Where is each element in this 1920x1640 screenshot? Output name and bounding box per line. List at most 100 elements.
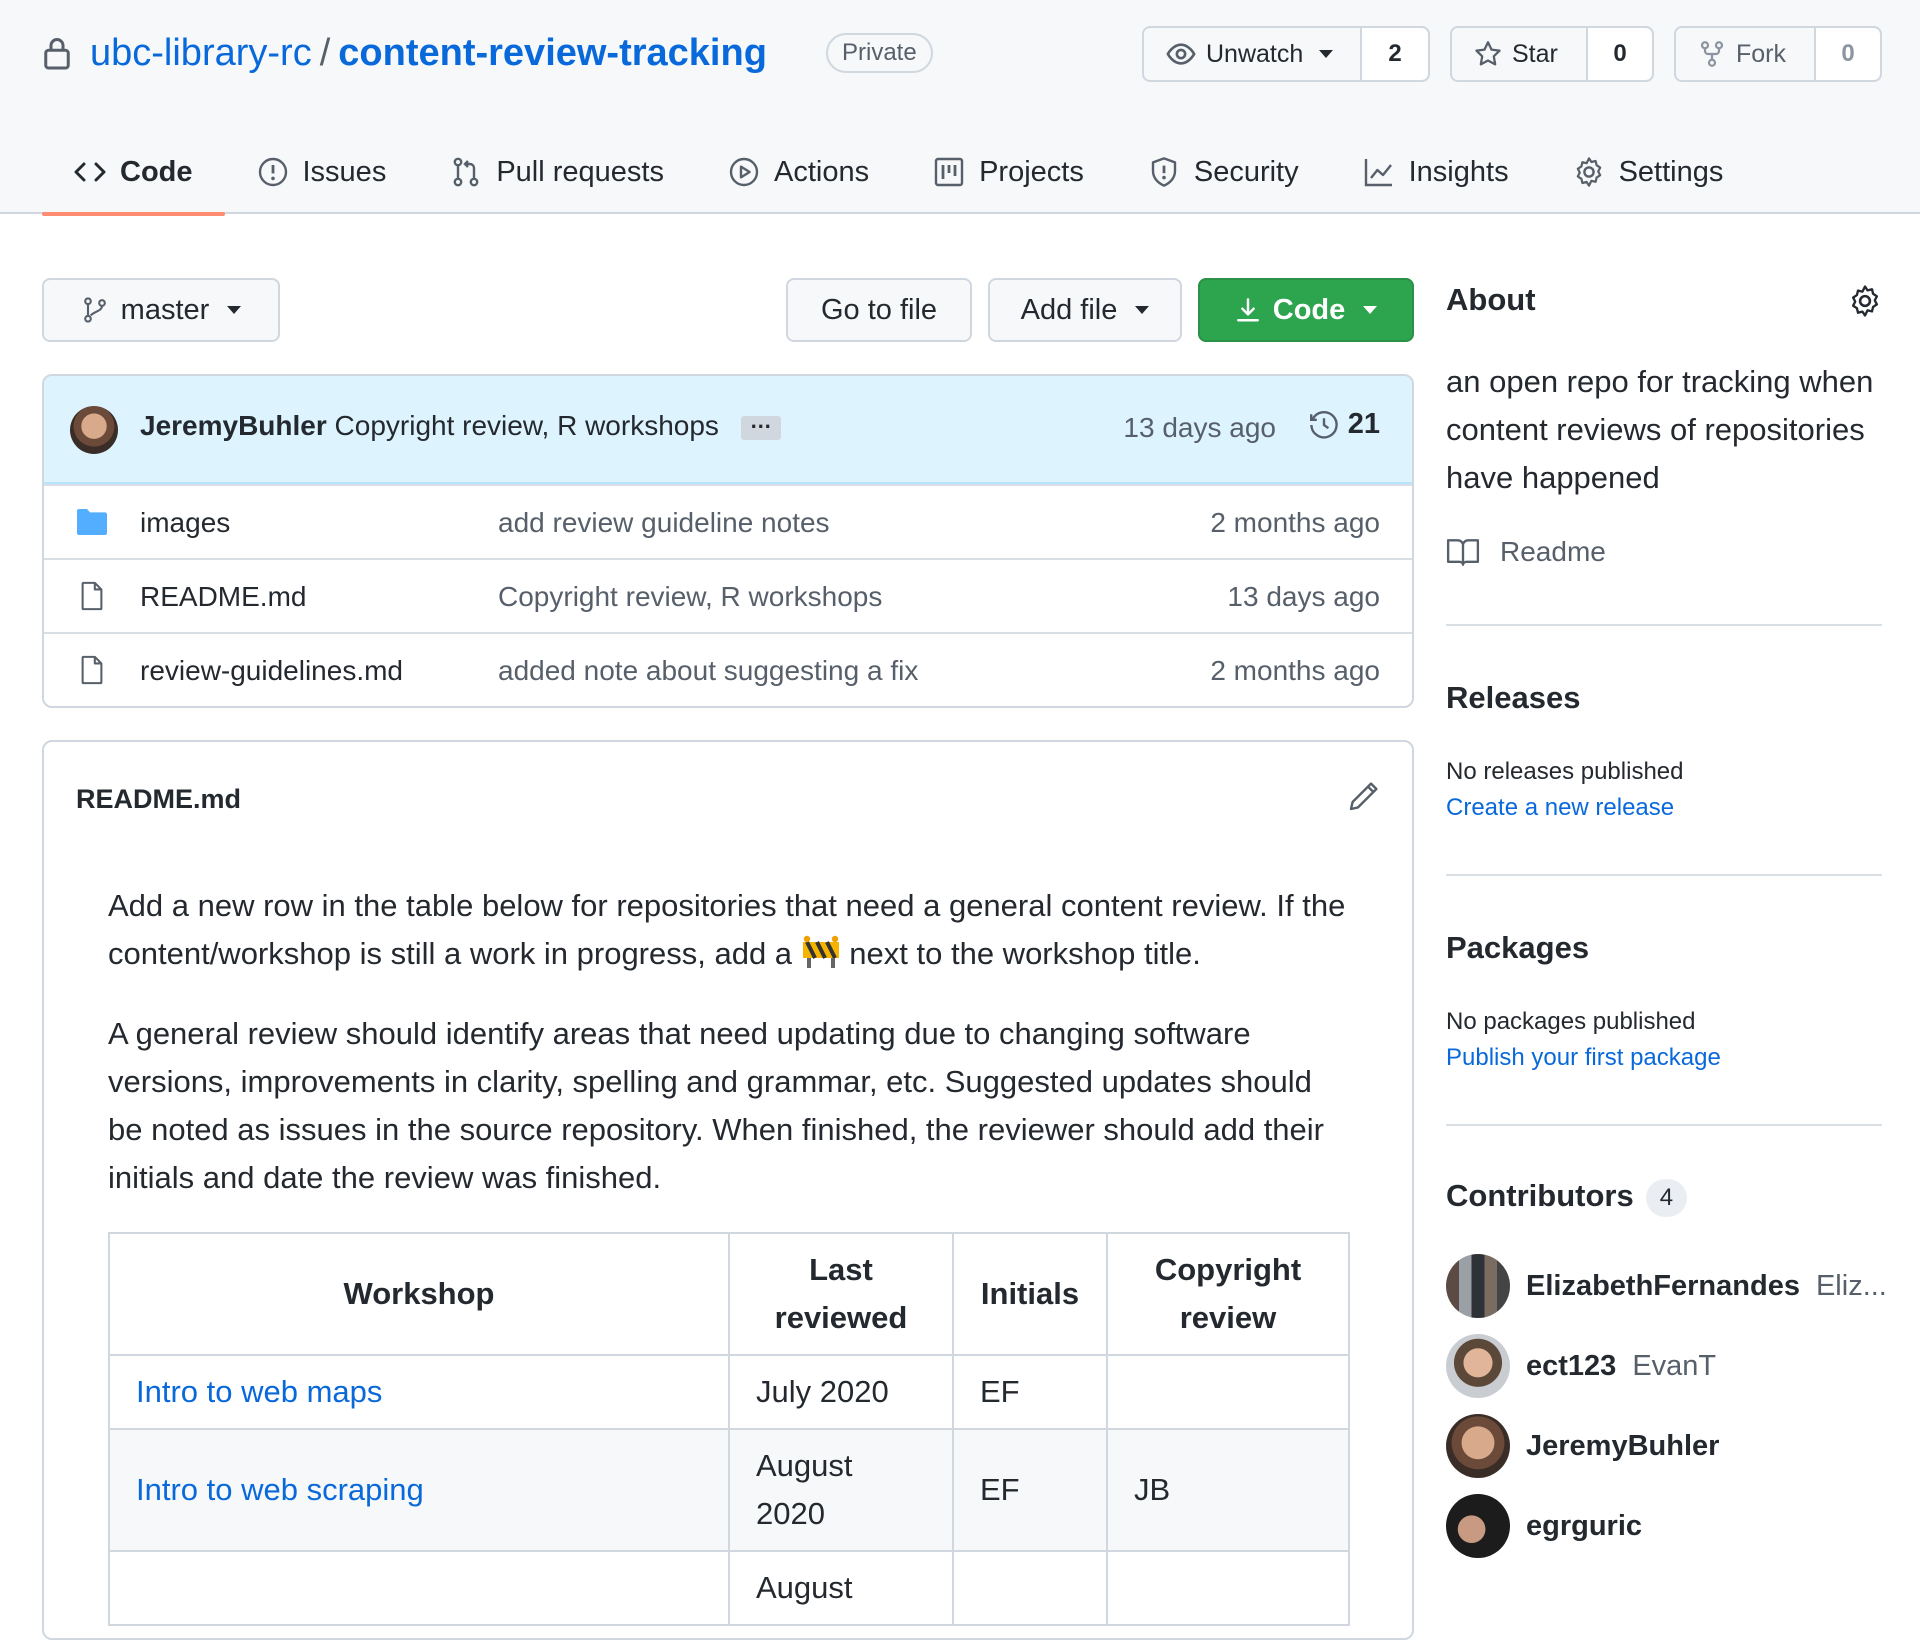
- readme-panel: README.md Add a new row in the table bel…: [42, 740, 1414, 1640]
- expand-commit-message-button[interactable]: …: [740, 409, 781, 440]
- tab-actions-label: Actions: [773, 155, 870, 188]
- repo-header: ubc-library-rc / content-review-tracking P…: [0, 0, 1920, 216]
- commit-author-link[interactable]: JeremyBuhler: [140, 410, 327, 441]
- go-to-file-button[interactable]: Go to file: [786, 278, 972, 342]
- chevron-down-icon: [1135, 306, 1150, 314]
- file-name-link[interactable]: README.md: [140, 581, 306, 613]
- unwatch-label: Unwatch: [1206, 39, 1304, 68]
- create-release-link[interactable]: Create a new release: [1446, 794, 1674, 822]
- lock-icon: [44, 38, 70, 70]
- about-section: About: [1446, 282, 1882, 318]
- fork-button-group: Fork 0: [1674, 26, 1882, 82]
- readme-link[interactable]: Readme: [1446, 536, 1606, 568]
- fork-label: Fork: [1736, 39, 1786, 68]
- fork-icon: [1700, 41, 1724, 67]
- table-cell: July 2020: [728, 1354, 954, 1430]
- unwatch-button[interactable]: Unwatch: [1144, 28, 1362, 80]
- tab-settings[interactable]: Settings: [1541, 130, 1756, 214]
- fork-button[interactable]: Fork: [1676, 28, 1816, 80]
- gear-icon[interactable]: [1848, 284, 1882, 318]
- history-icon: [1309, 410, 1338, 439]
- contributor-login: ect123: [1526, 1349, 1617, 1382]
- file-commit-time: 13 days ago: [1227, 581, 1380, 612]
- workshop-link[interactable]: Intro to web scraping: [136, 1472, 424, 1507]
- table-cell: Intro to web maps: [108, 1354, 730, 1430]
- table-cell: EF: [952, 1354, 1108, 1430]
- readme-paragraph: Add a new row in the table below for rep…: [108, 882, 1408, 978]
- publish-package-link[interactable]: Publish your first package: [1446, 1044, 1721, 1072]
- avatar[interactable]: [70, 406, 118, 454]
- commit-message-link[interactable]: Copyright review, R workshops: [335, 410, 719, 441]
- watch-button-group: Unwatch 2: [1142, 26, 1430, 82]
- branch-icon: [83, 297, 106, 323]
- file-row: images add review guideline notes 2 mont…: [44, 484, 1412, 558]
- column-header: Last reviewed: [728, 1232, 954, 1356]
- branch-select-button[interactable]: master: [42, 278, 280, 342]
- review-table: Workshop Last reviewed Initials Copyrigh…: [108, 1232, 1350, 1626]
- tab-projects[interactable]: Projects: [901, 130, 1116, 214]
- tab-projects-label: Projects: [979, 155, 1084, 188]
- file-commit-message-link[interactable]: add review guideline notes: [498, 507, 830, 539]
- workshop-link[interactable]: Intro to web maps: [136, 1374, 382, 1409]
- column-header: Workshop: [108, 1232, 730, 1356]
- file-list: JeremyBuhler Copyright review, R worksho…: [42, 374, 1414, 708]
- sidebar-divider: [1446, 874, 1882, 876]
- file-commit-message-link[interactable]: added note about suggesting a fix: [498, 655, 918, 687]
- commit-count: 21: [1347, 408, 1380, 440]
- star-button-group: Star 0: [1450, 26, 1654, 82]
- commit-history-link[interactable]: 21: [1308, 408, 1380, 441]
- tab-insights[interactable]: Insights: [1331, 130, 1541, 214]
- add-file-label: Add file: [1020, 293, 1118, 326]
- tab-issues-label: Issues: [302, 155, 387, 188]
- about-heading: About: [1446, 282, 1536, 317]
- tab-security[interactable]: Security: [1116, 130, 1331, 214]
- tab-issues[interactable]: Issues: [225, 130, 419, 214]
- table-cell: August: [728, 1550, 954, 1626]
- readme-link-label: Readme: [1500, 536, 1606, 567]
- tab-code[interactable]: Code: [42, 130, 225, 216]
- star-count[interactable]: 0: [1588, 28, 1652, 80]
- project-icon: [934, 157, 964, 187]
- chevron-down-icon: [1319, 50, 1334, 58]
- file-icon: [81, 655, 103, 685]
- repo-nav-tabs: Code Issues Pull requests Actions Projec…: [42, 130, 1756, 216]
- pencil-icon[interactable]: [1348, 780, 1380, 812]
- commit-time[interactable]: 13 days ago: [1123, 412, 1276, 444]
- packages-heading[interactable]: Packages: [1446, 930, 1589, 966]
- repo-owner-link[interactable]: ubc-library-rc: [90, 32, 312, 74]
- contributor-item[interactable]: ect123 EvanT: [1446, 1334, 1716, 1398]
- contributor-item[interactable]: JeremyBuhler: [1446, 1414, 1719, 1478]
- releases-heading[interactable]: Releases: [1446, 680, 1580, 716]
- packages-empty-text: No packages published: [1446, 1008, 1696, 1035]
- contributor-name: Eliz...: [1815, 1269, 1887, 1302]
- tab-settings-label: Settings: [1618, 155, 1724, 188]
- file-name-link[interactable]: review-guidelines.md: [140, 655, 403, 687]
- table-row: Intro to web maps July 2020 EF: [108, 1354, 1350, 1430]
- watch-count[interactable]: 2: [1362, 28, 1428, 80]
- contributor-item[interactable]: ElizabethFernandes Eliz...: [1446, 1254, 1887, 1318]
- visibility-badge: Private: [826, 33, 933, 73]
- path-separator: /: [319, 32, 331, 74]
- graph-icon: [1364, 159, 1392, 187]
- contributor-item[interactable]: egrguric: [1446, 1494, 1642, 1558]
- contributor-login: JeremyBuhler: [1526, 1429, 1720, 1462]
- contributor-name: EvanT: [1632, 1349, 1717, 1382]
- readme-title[interactable]: README.md: [76, 784, 241, 815]
- star-button[interactable]: Star: [1452, 28, 1588, 80]
- readme-body: Add a new row in the table below for rep…: [108, 882, 1408, 1234]
- add-file-button[interactable]: Add file: [988, 278, 1182, 342]
- avatar: [1446, 1334, 1510, 1398]
- contributors-heading[interactable]: Contributors 4: [1446, 1178, 1688, 1217]
- table-row: August: [108, 1550, 1350, 1626]
- tab-code-label: Code: [120, 155, 193, 188]
- repo-name-link[interactable]: content-review-tracking: [338, 32, 767, 74]
- fork-count[interactable]: 0: [1816, 28, 1880, 80]
- tab-pull-requests[interactable]: Pull requests: [418, 130, 696, 214]
- tab-actions[interactable]: Actions: [696, 130, 901, 214]
- file-commit-message-link[interactable]: Copyright review, R workshops: [498, 581, 882, 613]
- about-description: an open repo for tracking when content r…: [1446, 364, 1874, 495]
- chevron-down-icon: [227, 306, 242, 314]
- file-name-link[interactable]: images: [140, 507, 230, 539]
- code-download-button[interactable]: Code: [1198, 278, 1414, 342]
- sidebar-divider: [1446, 624, 1882, 626]
